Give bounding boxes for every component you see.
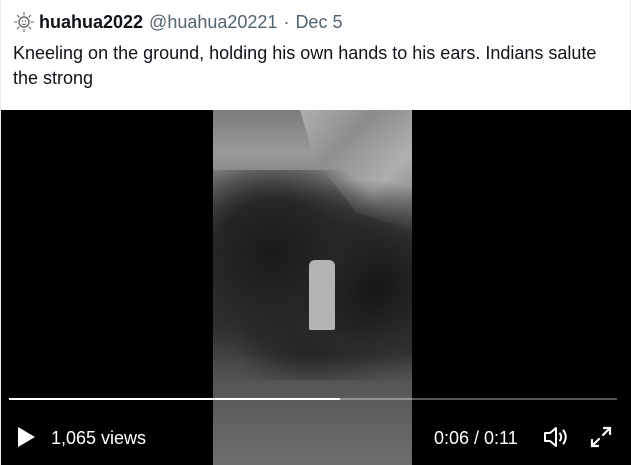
- fullscreen-expand-icon: [590, 426, 612, 448]
- separator-dot: ·: [283, 11, 290, 32]
- sun-sketch-avatar-icon: [13, 11, 35, 33]
- playback-time: 0:06 / 0:11: [434, 428, 518, 448]
- volume-icon: [544, 427, 567, 447]
- tweet-header: huahua2022 @huahua20221 · Dec 5: [13, 10, 342, 34]
- video-frame-figure: [309, 260, 335, 330]
- video-frame[interactable]: [213, 110, 412, 465]
- play-button[interactable]: [15, 426, 37, 448]
- user-handle[interactable]: @huahua20221: [149, 12, 277, 33]
- display-name[interactable]: huahua2022: [39, 12, 143, 33]
- fullscreen-button[interactable]: [589, 425, 613, 449]
- progress-fill: [9, 398, 340, 400]
- view-count: 1,065 views: [51, 428, 147, 448]
- video-frame-ground: [213, 355, 412, 465]
- tweet-card[interactable]: huahua2022 @huahua20221 · Dec 5 Kneeling…: [0, 0, 631, 465]
- video-player[interactable]: 1,065 views 0:06 / 0:11: [1, 110, 631, 465]
- progress-bar[interactable]: [9, 398, 617, 400]
- mute-button[interactable]: [543, 425, 569, 449]
- tweet-text: Kneeling on the ground, holding his own …: [13, 43, 597, 88]
- tweet-date[interactable]: Dec 5: [295, 12, 342, 33]
- avatar[interactable]: [13, 11, 35, 33]
- play-icon: [18, 427, 35, 447]
